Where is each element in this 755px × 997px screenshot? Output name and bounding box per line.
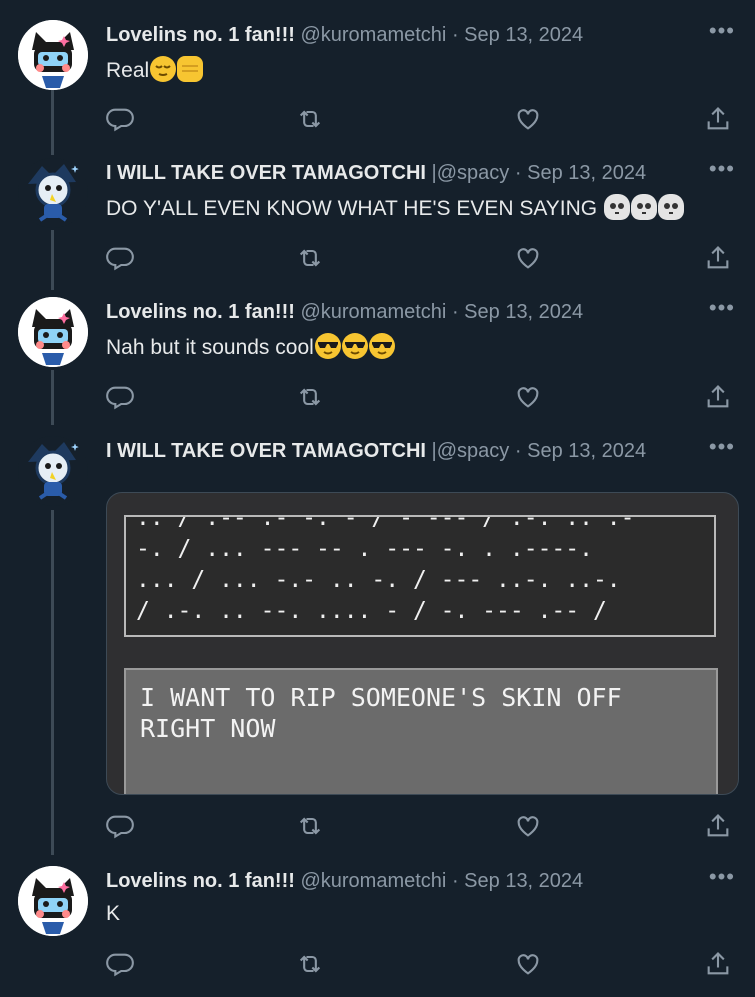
avatar[interactable]	[18, 297, 88, 367]
tweet-actions	[106, 383, 736, 413]
like-icon[interactable]	[514, 950, 542, 978]
sunglasses-face-icon	[368, 333, 395, 359]
tweet-date[interactable]: Sep 13, 2024	[527, 440, 646, 462]
morse-line: ... / ... -.- .. -. / --- ..-. ..-.	[136, 567, 621, 593]
user-handle[interactable]: @spacy	[437, 162, 510, 184]
tweet-actions	[106, 950, 736, 980]
more-icon[interactable]: •••	[709, 154, 735, 184]
morse-line: / .-. .. --. .... - / -. --- .-- /	[136, 598, 607, 624]
tweet-date[interactable]: Sep 13, 2024	[464, 24, 583, 46]
tweet-actions	[106, 105, 736, 135]
separator: ·	[514, 440, 522, 462]
tweet-date[interactable]: Sep 13, 2024	[464, 301, 583, 323]
like-icon[interactable]	[514, 812, 542, 840]
share-icon[interactable]	[704, 812, 732, 840]
avatar[interactable]	[18, 20, 88, 90]
tweet-text-content: Nah but it sounds cool	[106, 336, 314, 359]
tweet-header: Lovelins no. 1 fan!!! @kuromametchi · Se…	[106, 297, 715, 327]
user-handle[interactable]: @spacy	[437, 440, 510, 462]
like-icon[interactable]	[514, 383, 542, 411]
avatar[interactable]	[18, 158, 88, 228]
display-name[interactable]: I WILL TAKE OVER TAMAGOTCHI	[106, 440, 426, 462]
user-handle[interactable]: @kuromametchi	[300, 24, 446, 46]
avatar-image	[18, 20, 88, 90]
avatar-image	[28, 442, 79, 500]
translation-line: RIGHT NOW	[140, 714, 276, 743]
tweet-actions	[106, 244, 736, 274]
more-icon[interactable]: •••	[709, 293, 735, 323]
translation-textbox: I WANT TO RIP SOMEONE'S SKIN OFF RIGHT NO…	[124, 668, 718, 794]
tweet-header: Lovelins no. 1 fan!!! @kuromametchi · Se…	[106, 20, 715, 50]
display-name[interactable]: Lovelins no. 1 fan!!!	[106, 24, 295, 46]
tweet-text: K	[106, 902, 120, 926]
share-icon[interactable]	[704, 105, 732, 133]
tweet-header: Lovelins no. 1 fan!!! @kuromametchi · Se…	[106, 866, 715, 896]
tweet[interactable]: Lovelins no. 1 fan!!! @kuromametchi · Se…	[0, 295, 755, 417]
tweet-text: Nah but it sounds cool	[106, 333, 395, 360]
separator: ·	[451, 301, 459, 323]
tweet-text-content: DO Y'ALL EVEN KNOW WHAT HE'S EVEN SAYING	[106, 197, 598, 220]
user-handle[interactable]: @kuromametchi	[300, 301, 446, 323]
like-icon[interactable]	[514, 244, 542, 272]
relieved-face-icon	[150, 56, 177, 82]
retweet-icon[interactable]	[296, 105, 324, 133]
tweet[interactable]: Lovelins no. 1 fan!!! @kuromametchi · Se…	[0, 864, 755, 986]
tweet-text-content: K	[106, 902, 121, 925]
sunglasses-face-icon	[341, 333, 368, 359]
morse-line: .. / .-- .- -. - / - --- / .-. .. .-	[136, 515, 635, 531]
share-icon[interactable]	[704, 244, 732, 272]
raised-fist-icon	[177, 56, 204, 82]
share-icon[interactable]	[704, 950, 732, 978]
sunglasses-face-icon	[314, 333, 341, 359]
morse-line: -. / ... --- -- . --- -. . .----.	[136, 536, 593, 562]
avatar[interactable]	[18, 866, 88, 936]
tweet-date[interactable]: Sep 13, 2024	[527, 162, 646, 184]
like-icon[interactable]	[514, 105, 542, 133]
separator: ·	[514, 162, 522, 184]
tweet-text: DO Y'ALL EVEN KNOW WHAT HE'S EVEN SAYING	[106, 194, 684, 221]
reply-icon[interactable]	[106, 244, 134, 272]
retweet-icon[interactable]	[296, 383, 324, 411]
tweet-text: Real	[106, 56, 204, 83]
tweet-date[interactable]: Sep 13, 2024	[464, 870, 583, 892]
share-icon[interactable]	[704, 383, 732, 411]
avatar[interactable]	[18, 436, 88, 506]
user-handle[interactable]: @kuromametchi	[300, 870, 446, 892]
retweet-icon[interactable]	[296, 244, 324, 272]
skull-icon	[630, 194, 657, 220]
reply-icon[interactable]	[106, 812, 134, 840]
skull-icon	[603, 194, 630, 220]
tweet-text-content: Real	[106, 59, 150, 82]
avatar-image	[28, 164, 79, 222]
translation-line: I WANT TO RIP SOMEONE'S SKIN OFF	[140, 683, 622, 712]
retweet-icon[interactable]	[296, 950, 324, 978]
reply-icon[interactable]	[106, 383, 134, 411]
tweet[interactable]: I WILL TAKE OVER TAMAGOTCHI |@spacy · Se…	[0, 156, 755, 278]
tweet-actions	[106, 812, 736, 842]
tweet-header: I WILL TAKE OVER TAMAGOTCHI |@spacy · Se…	[106, 436, 715, 466]
reply-icon[interactable]	[106, 105, 134, 133]
retweet-icon[interactable]	[296, 812, 324, 840]
avatar-image	[18, 866, 88, 936]
morse-code-textbox: .. / .-- .- -. - / - --- / .-. .. .- -. /…	[124, 515, 716, 637]
display-name[interactable]: I WILL TAKE OVER TAMAGOTCHI	[106, 162, 426, 184]
reply-icon[interactable]	[106, 950, 134, 978]
more-icon[interactable]: •••	[709, 432, 735, 462]
tweet-media-image[interactable]: .. / .-- .- -. - / - --- / .-. .. .- -. /…	[106, 492, 739, 795]
separator: ·	[451, 870, 459, 892]
tweet[interactable]: Lovelins no. 1 fan!!! @kuromametchi · Se…	[0, 18, 755, 140]
separator: ·	[451, 24, 459, 46]
tweet-header: I WILL TAKE OVER TAMAGOTCHI |@spacy · Se…	[106, 158, 715, 188]
display-name[interactable]: Lovelins no. 1 fan!!!	[106, 870, 295, 892]
more-icon[interactable]: •••	[709, 16, 735, 46]
display-name[interactable]: Lovelins no. 1 fan!!!	[106, 301, 295, 323]
avatar-image	[18, 297, 88, 367]
more-icon[interactable]: •••	[709, 862, 735, 892]
skull-icon	[657, 194, 684, 220]
